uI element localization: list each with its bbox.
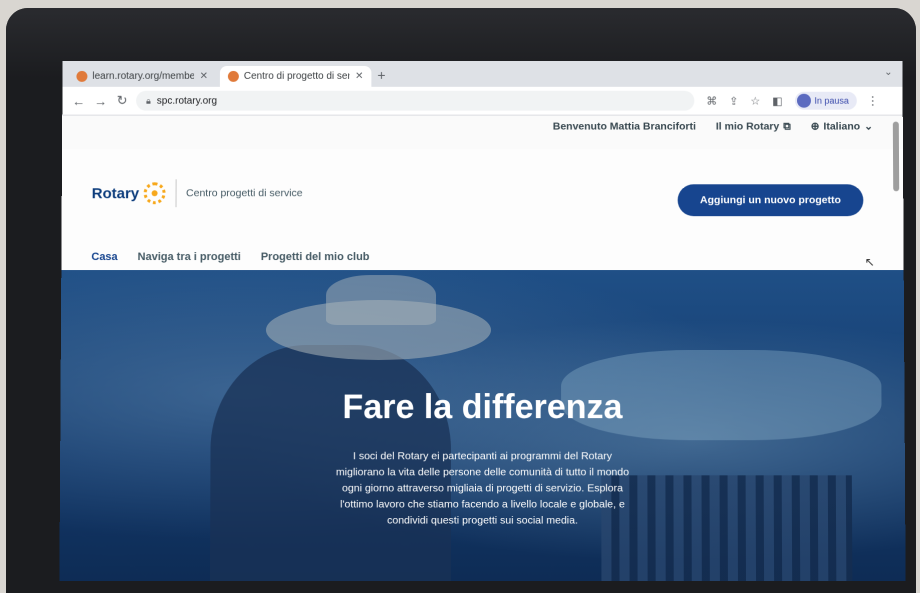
- page-scrollbar[interactable]: [892, 121, 900, 192]
- tab-favicon-icon: [76, 70, 88, 82]
- browser-window: learn.rotary.org/members/page ✕ Centro d…: [59, 61, 906, 581]
- reload-icon[interactable]: ↻: [116, 93, 128, 109]
- tab-spc[interactable]: Centro di progetto di servizio ✕: [219, 65, 372, 87]
- welcome-text: Benvenuto Mattia Branciforti: [552, 120, 696, 133]
- hero-banner: Fare la differenza I soci del Rotary ei …: [59, 270, 906, 581]
- language-label: Italiano: [823, 120, 861, 133]
- tab-title: learn.rotary.org/members/page: [92, 70, 194, 82]
- tab-strip: learn.rotary.org/members/page ✕ Centro d…: [62, 61, 903, 87]
- my-rotary-label: Il mio Rotary: [715, 120, 780, 133]
- web-page: Benvenuto Mattia Branciforti Il mio Rota…: [59, 115, 906, 581]
- address-text: spc.rotary.org: [156, 95, 218, 107]
- globe-icon: ⊕: [810, 120, 820, 133]
- site-logo[interactable]: Rotary Centro progetti di service: [91, 179, 303, 208]
- my-rotary-link[interactable]: Il mio Rotary ⧉: [716, 120, 791, 133]
- rotary-wheel-icon: [143, 182, 166, 205]
- address-bar[interactable]: 🔒︎ spc.rotary.org: [136, 90, 695, 111]
- tab-search-chevron-icon[interactable]: ⌄: [884, 67, 892, 78]
- add-project-button[interactable]: Aggiungi un nuovo progetto: [677, 184, 864, 217]
- utility-bar: Benvenuto Mattia Branciforti Il mio Rota…: [62, 116, 903, 138]
- profile-button[interactable]: In pausa: [794, 91, 857, 110]
- language-selector[interactable]: ⊕ Italiano ⌄: [811, 121, 873, 133]
- share-icon[interactable]: ⇪: [729, 94, 738, 107]
- hero-title: Fare la differenza: [342, 388, 623, 427]
- side-panel-icon[interactable]: ◧: [772, 94, 782, 107]
- tab-learn[interactable]: learn.rotary.org/members/page ✕: [68, 66, 216, 87]
- avatar: [796, 93, 811, 108]
- external-link-icon: ⧉: [783, 120, 791, 133]
- tab-close-icon[interactable]: ✕: [200, 71, 208, 82]
- forward-icon[interactable]: →: [94, 93, 107, 108]
- back-icon[interactable]: ←: [72, 93, 85, 108]
- mouse-cursor-icon: ↖: [864, 255, 875, 270]
- brand-wordmark: Rotary: [91, 184, 140, 202]
- browser-toolbar: ← → ↻ 🔒︎ spc.rotary.org ⌘ ⇪ ☆ ◧ In pausa…: [62, 86, 903, 116]
- profile-status: In pausa: [814, 95, 849, 106]
- tab-close-icon[interactable]: ✕: [355, 71, 363, 82]
- kebab-menu-icon[interactable]: ⋮: [867, 94, 879, 108]
- hero-description: I soci del Rotary ei partecipanti ai pro…: [335, 450, 630, 527]
- chevron-down-icon: ⌄: [864, 120, 873, 133]
- tab-title: Centro di progetto di servizio: [243, 70, 350, 82]
- site-name: Centro progetti di service: [186, 187, 303, 200]
- hero-photo-hat-brim: [265, 300, 492, 361]
- tab-favicon-icon: [227, 70, 239, 82]
- hero-photo-crate: [601, 475, 853, 581]
- logo-divider: [175, 179, 177, 208]
- translate-icon[interactable]: ⌘: [706, 94, 717, 107]
- new-tab-icon[interactable]: +: [377, 67, 385, 83]
- lock-icon[interactable]: 🔒︎: [146, 95, 151, 106]
- bookmark-star-icon[interactable]: ☆: [750, 94, 760, 107]
